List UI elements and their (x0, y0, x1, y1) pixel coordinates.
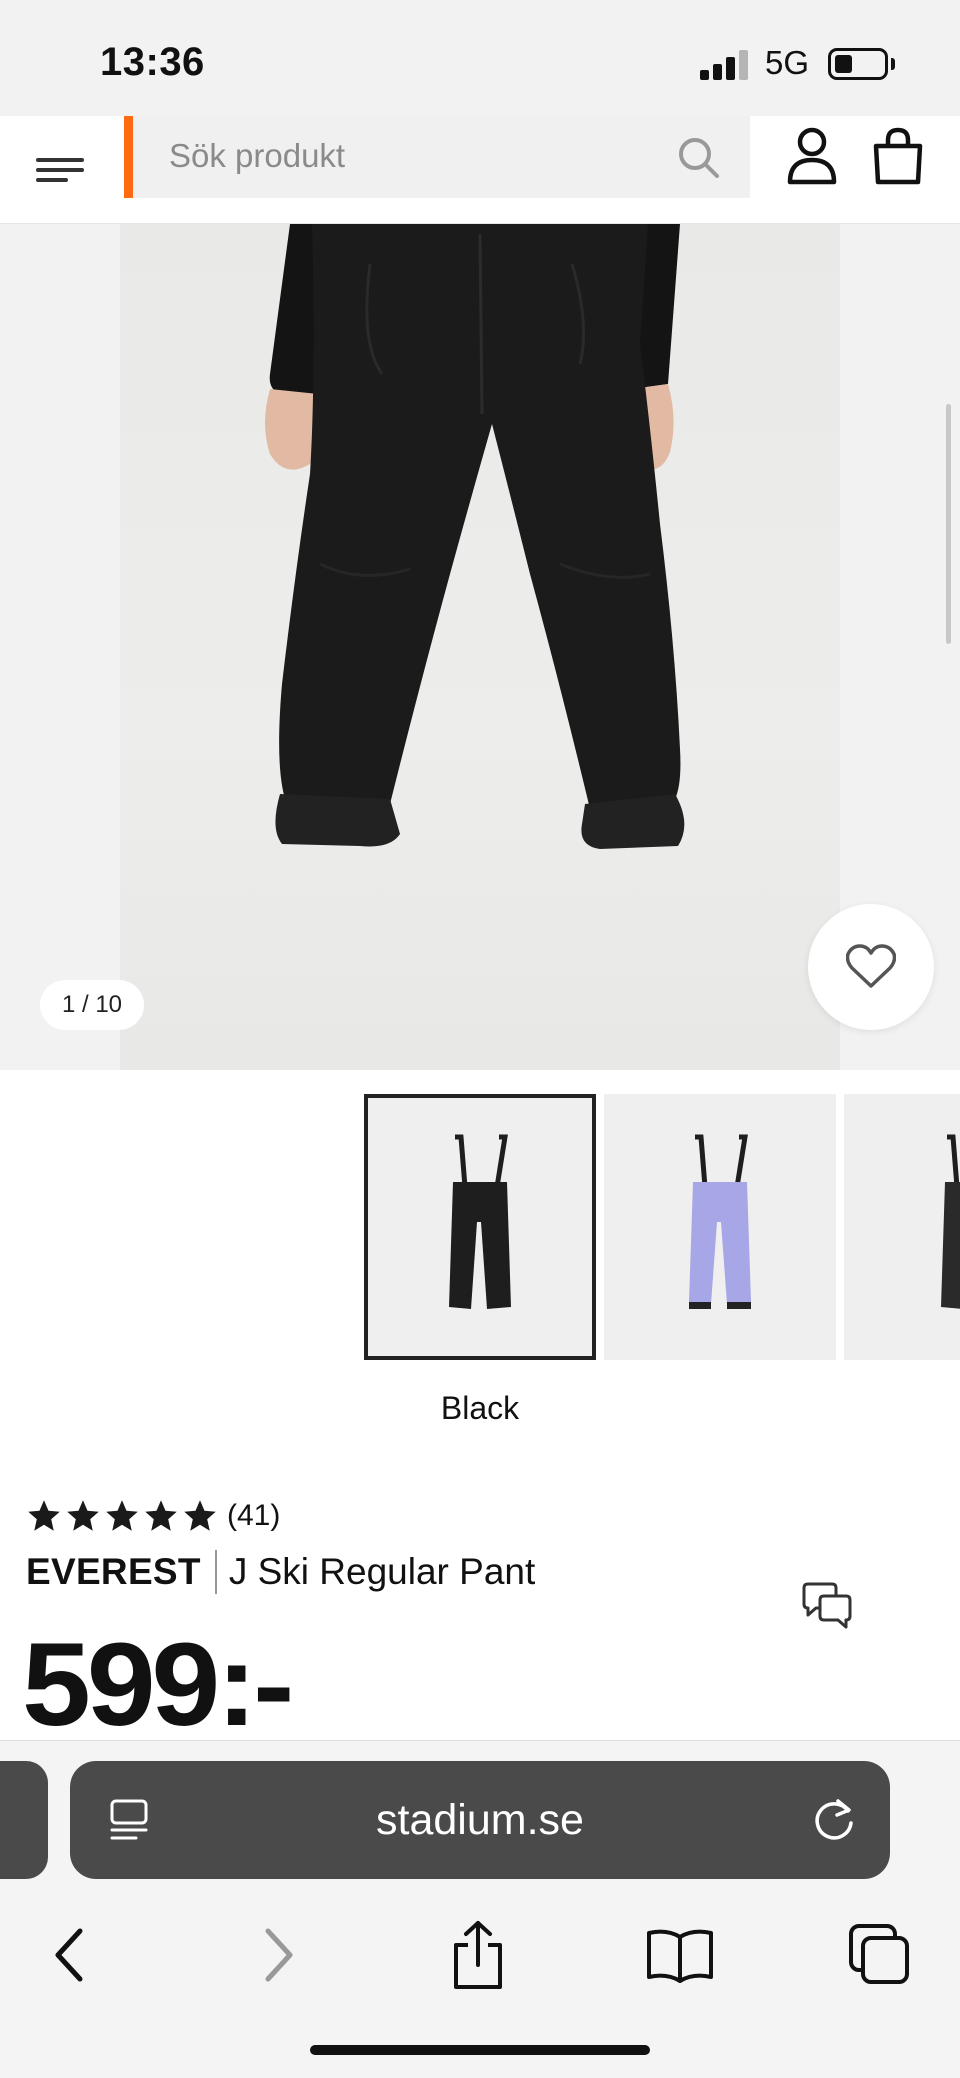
browser-nav-row (0, 1901, 960, 2001)
back-icon (55, 1928, 83, 1982)
status-bar: 13:36 5G (0, 0, 960, 116)
product-gallery[interactable]: 1 / 10 (0, 224, 960, 1070)
chat-icon[interactable] (800, 1582, 854, 1632)
pants-thumbnail (940, 1134, 960, 1309)
home-indicator (310, 2045, 650, 2055)
variant-thumb-lavender[interactable] (604, 1094, 836, 1360)
url-text[interactable]: stadium.se (190, 1761, 770, 1879)
gallery-side-left (0, 224, 120, 1070)
title-divider (214, 1550, 217, 1594)
reload-icon[interactable] (808, 1793, 860, 1845)
image-counter: 1 / 10 (40, 980, 144, 1030)
product-image[interactable] (120, 224, 840, 1070)
shopping-bag-icon[interactable] (870, 124, 926, 188)
star-icon (184, 1500, 216, 1531)
bookmarks-icon (647, 1929, 713, 1983)
star-icon (67, 1500, 99, 1531)
product-price: 599:- (22, 1619, 294, 1751)
browser-toolbar: stadium.se (0, 1740, 960, 2078)
share-button[interactable] (438, 1915, 518, 1995)
star-icon (106, 1500, 138, 1531)
star-icon (145, 1500, 177, 1531)
status-time: 13:36 (100, 40, 205, 84)
rating[interactable]: (41) (26, 1496, 280, 1536)
menu-icon[interactable] (28, 138, 92, 202)
pants-thumbnail (449, 1134, 511, 1309)
reader-mode-icon[interactable] (106, 1797, 152, 1843)
signal-icon (700, 50, 750, 80)
pants-thumbnail (689, 1134, 751, 1309)
product-title: EVEREST J Ski Regular Pant (26, 1548, 535, 1596)
battery-tip (891, 58, 895, 70)
selected-color-label: Black (440, 1390, 520, 1426)
tabs-button[interactable] (840, 1915, 920, 1995)
previous-tab-preview[interactable] (0, 1761, 48, 1879)
star-icon (28, 1500, 60, 1531)
battery-icon (828, 48, 888, 80)
wishlist-button[interactable] (808, 904, 934, 1030)
forward-button[interactable] (238, 1915, 318, 1995)
heart-icon (846, 944, 896, 988)
tabs-icon (849, 1924, 909, 1984)
variant-thumbnails (0, 1094, 960, 1360)
search-box[interactable] (124, 116, 750, 198)
bookmarks-button[interactable] (640, 1915, 720, 1995)
review-count[interactable]: (41) (227, 1499, 280, 1533)
share-icon (454, 1921, 502, 1989)
search-icon[interactable] (673, 132, 725, 184)
variant-thumb-dark[interactable] (844, 1094, 960, 1360)
scroll-indicator (946, 404, 951, 644)
user-icon[interactable] (784, 124, 840, 188)
network-label: 5G (765, 44, 810, 81)
back-button[interactable] (30, 1915, 110, 1995)
variant-thumb-black[interactable] (364, 1094, 596, 1360)
product-name: J Ski Regular Pant (228, 1551, 536, 1592)
ski-pants-illustration (265, 224, 685, 849)
brand-name[interactable]: EVEREST (26, 1551, 201, 1593)
site-header (0, 116, 960, 224)
forward-icon (265, 1928, 293, 1982)
search-input[interactable] (169, 132, 649, 180)
address-bar[interactable]: stadium.se (70, 1761, 890, 1879)
